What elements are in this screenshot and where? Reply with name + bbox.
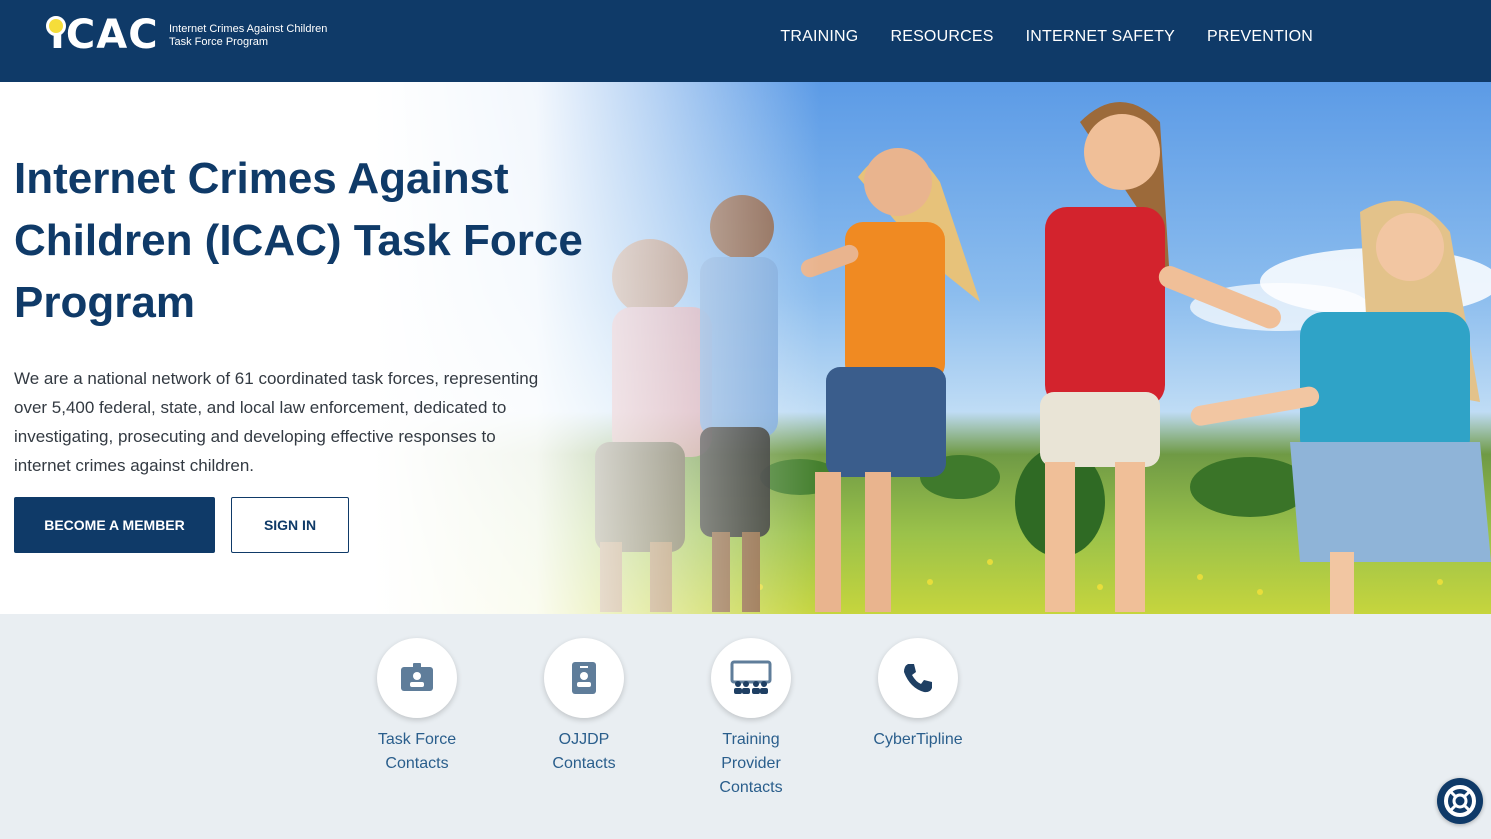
quick-link-label[interactable]: CyberTipline xyxy=(863,728,973,752)
quick-link-circle[interactable] xyxy=(377,638,457,718)
logo-mark: ICAC xyxy=(44,12,164,58)
hero-description: We are a national network of 61 coordina… xyxy=(14,369,539,475)
top-navigation-bar: ICAC Internet Crimes Against Children Ta… xyxy=(0,0,1491,82)
quick-link-circle[interactable] xyxy=(711,638,791,718)
main-nav: TRAINING RESOURCES INTERNET SAFETY PREVE… xyxy=(780,28,1313,46)
id-badge-icon xyxy=(401,663,433,691)
quick-link-circle[interactable] xyxy=(878,638,958,718)
nav-item-prevention[interactable]: PREVENTION xyxy=(1207,28,1313,46)
logo-wordmark: ICAC xyxy=(50,12,159,58)
quick-link-circle[interactable] xyxy=(544,638,624,718)
become-member-button[interactable]: BECOME A MEMBER xyxy=(14,497,215,553)
quick-link-ojjdp-contacts[interactable]: OJJDP Contacts xyxy=(509,638,659,776)
quick-link-training-provider-contacts[interactable]: Training Provider Contacts xyxy=(676,638,826,800)
quick-link-task-force-contacts[interactable]: Task Force Contacts xyxy=(342,638,492,776)
nav-item-training[interactable]: TRAINING xyxy=(780,28,858,46)
quick-link-label[interactable]: OJJDP Contacts xyxy=(529,728,639,776)
phone-icon xyxy=(904,664,932,693)
nav-item-internet-safety[interactable]: INTERNET SAFETY xyxy=(1026,28,1175,46)
sign-in-button[interactable]: SIGN IN xyxy=(231,497,349,553)
logo-subtitle: Internet Crimes Against Children Task Fo… xyxy=(169,23,328,48)
lifebuoy-icon xyxy=(1444,785,1476,817)
quick-link-cybertipline[interactable]: CyberTipline xyxy=(843,638,993,752)
quick-link-label[interactable]: Task Force Contacts xyxy=(362,728,472,776)
contact-card-icon xyxy=(572,662,596,694)
nav-item-resources[interactable]: RESOURCES xyxy=(890,28,993,46)
quick-link-label[interactable]: Training Provider Contacts xyxy=(696,728,806,800)
classroom-icon xyxy=(730,660,772,694)
hero-section: Internet Crimes Against Children (ICAC) … xyxy=(0,82,1491,614)
help-widget-button[interactable] xyxy=(1437,778,1483,824)
page-title: Internet Crimes Against Children (ICAC) … xyxy=(14,154,583,327)
logo-dot-icon xyxy=(46,16,66,36)
site-logo[interactable]: ICAC Internet Crimes Against Children Ta… xyxy=(44,12,344,58)
